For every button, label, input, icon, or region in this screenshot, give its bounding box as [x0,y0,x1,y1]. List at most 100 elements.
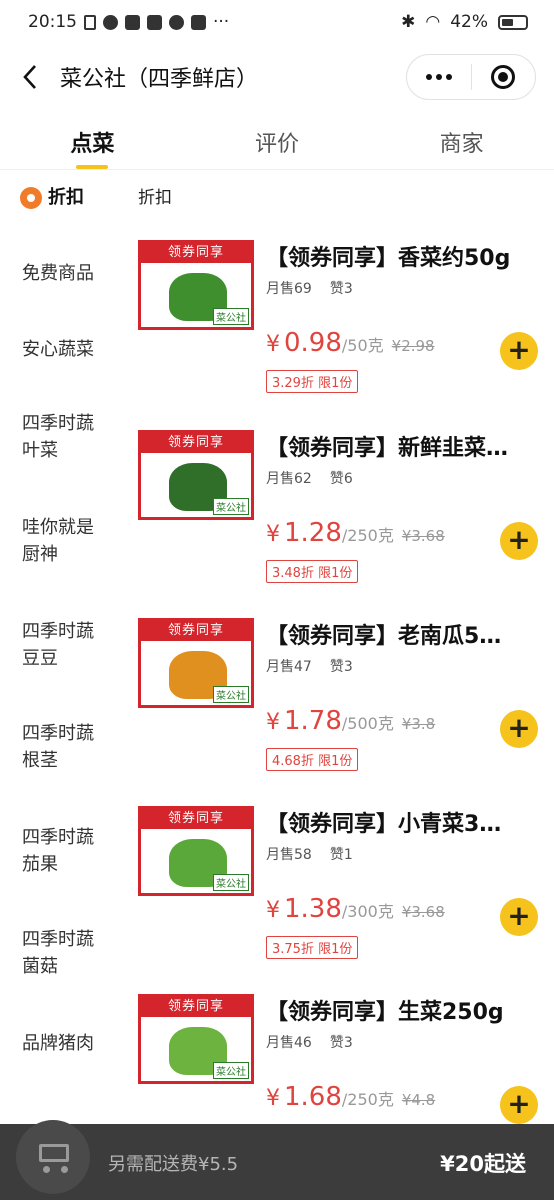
sidebar-item-safe-veg[interactable]: 安心蔬菜 [22,336,94,363]
sale-price: 1.68 [284,1082,342,1112]
book-icon [125,14,140,30]
more-button[interactable] [407,55,471,99]
product-image[interactable]: 领券同享 菜公社 [138,240,254,330]
cart-icon [33,1140,73,1174]
price-unit: /50克 [341,336,384,355]
compass-icon [169,14,184,30]
tab-merchant[interactable]: 商家 [369,110,554,169]
sidebar-item-fruits[interactable]: 四季时蔬 茄果 [22,824,94,878]
sidebar-item-chef[interactable]: 哇你就是 厨神 [22,514,94,568]
coupon-ribbon: 领券同享 [141,433,251,453]
monthly-sales: 月售46 [266,1035,312,1051]
product-card[interactable]: 领券同享 菜公社 【领券同享】新鲜韭菜… 月售62 赞6 ¥1.28/250克 ¥3.68 3… [138,430,554,620]
product-card[interactable]: 领券同享 菜公社 【领券同享】香菜约50g 月售69 赞3 ¥0.98/50克 ¥2.98 3… [138,240,554,430]
plus-icon: + [507,333,531,366]
currency-symbol: ¥ [266,898,280,923]
add-to-cart-button[interactable]: + [500,898,538,936]
sidebar-item-free[interactable]: 免费商品 [22,260,94,287]
product-name[interactable]: 【领券同享】香菜约50g [266,240,546,272]
cloud-icon [103,14,118,30]
crown-icon [191,14,206,30]
sidebar-item-roots[interactable]: 四季时蔬 根茎 [22,720,94,774]
add-to-cart-button[interactable]: + [500,522,538,560]
original-price: ¥2.98 [391,337,435,355]
sidebar-item-discount[interactable]: 折扣 [20,184,84,211]
price-unit: /250克 [341,1090,394,1109]
tab-underline [76,165,109,169]
add-to-cart-button[interactable]: + [500,710,538,748]
product-name[interactable]: 【领券同享】新鲜韭菜… [266,430,546,462]
sale-price: 1.28 [284,518,342,548]
product-meta: 月售58 赞1 [266,844,371,864]
plus-icon: + [507,523,531,556]
product-meta: 月售62 赞6 [266,468,371,488]
coupon-ribbon: 领券同享 [141,997,251,1017]
product-image[interactable]: 领券同享菜公社 [138,430,254,520]
currency-symbol: ¥ [266,332,280,357]
discount-tag: 4.68折 限1份 [266,748,359,771]
discount-tag: 3.48折 限1份 [266,560,359,583]
back-button[interactable] [0,44,60,110]
sale-price: 1.78 [284,706,342,736]
likes-count: 赞1 [329,847,353,863]
target-icon [491,65,516,89]
product-image[interactable]: 领券同享 菜公社 [138,806,254,896]
discount-tag: 3.29折 限1份 [266,370,359,393]
tab-bar: 点菜 评价 商家 [0,110,554,170]
product-card[interactable]: 领券同享 菜公社 【领券同享】老南瓜5… 月售47 赞3 ¥1.78/500克 ¥3.8 4.… [138,618,554,808]
add-to-cart-button[interactable]: + [500,1086,538,1124]
plus-icon: + [507,1087,531,1120]
likes-count: 赞3 [329,281,353,297]
battery-icon [498,14,528,30]
sidebar-item-leafy[interactable]: 四季时蔬 叶菜 [22,410,94,464]
original-price: ¥3.68 [401,527,445,545]
page-title: 菜公社（四季鲜店） [60,67,259,92]
tab-reviews[interactable]: 评价 [185,110,370,169]
price-row: ¥0.98/50克 ¥2.98 [266,328,435,358]
min-order-button[interactable]: ¥20起送 [440,1148,526,1178]
more-dots-icon [425,74,452,80]
sidebar-item-mushrooms[interactable]: 四季时蔬 菌菇 [22,926,94,980]
more-notifications-icon: ··· [213,12,230,32]
cart-bar: 另需配送费¥5.5 ¥20起送 [0,1120,554,1200]
product-image[interactable]: 领券同享菜公社 [138,994,254,1084]
coupon-ribbon: 领券同享 [141,621,251,641]
add-to-cart-button[interactable]: + [500,332,538,370]
brand-tag: 菜公社 [213,498,249,515]
currency-symbol: ¥ [266,522,280,547]
sidebar-item-pork[interactable]: 品牌猪肉 [22,1030,94,1057]
chevron-left-icon [23,65,36,89]
cart-button[interactable] [16,1120,90,1194]
price-row: ¥1.38/300克 ¥3.68 [266,894,445,924]
original-price: ¥4.8 [401,1091,436,1109]
tab-order[interactable]: 点菜 [0,110,185,169]
mini-program-capsule [406,54,536,100]
brand-tag: 菜公社 [213,1062,249,1079]
close-mini-program-button[interactable] [472,55,536,99]
likes-count: 赞6 [329,471,353,487]
discount-icon [20,186,42,209]
price-unit: /500克 [341,714,394,733]
likes-count: 赞3 [329,1035,353,1051]
brand-tag: 菜公社 [213,686,249,703]
product-name[interactable]: 【领券同享】生菜250g [266,994,546,1026]
price-unit: /300克 [341,902,394,921]
monthly-sales: 月售62 [266,471,312,487]
status-bar: 20:15 ··· ✱ ◠ 42% [0,0,554,44]
monthly-sales: 月售58 [266,847,312,863]
price-row: ¥1.68/250克 ¥4.8 [266,1082,435,1112]
sale-price: 1.38 [284,894,342,924]
sale-price: 0.98 [284,328,342,358]
price-row: ¥1.28/250克 ¥3.68 [266,518,445,548]
product-meta: 月售46 赞3 [266,1032,371,1052]
mail-icon [147,14,162,30]
original-price: ¥3.68 [401,903,445,921]
product-name[interactable]: 【领券同享】老南瓜5… [266,618,546,650]
sidebar-item-beans[interactable]: 四季时蔬 豆豆 [22,618,94,672]
product-name[interactable]: 【领券同享】小青菜3… [266,806,546,838]
brand-tag: 菜公社 [213,308,249,325]
product-image[interactable]: 领券同享菜公社 [138,618,254,708]
coupon-ribbon: 领券同享 [141,809,251,829]
monthly-sales: 月售47 [266,659,312,675]
product-card[interactable]: 领券同享 菜公社 【领券同享】小青菜3… 月售58 赞1 ¥1.38/300克 ¥3.68 3… [138,806,554,996]
